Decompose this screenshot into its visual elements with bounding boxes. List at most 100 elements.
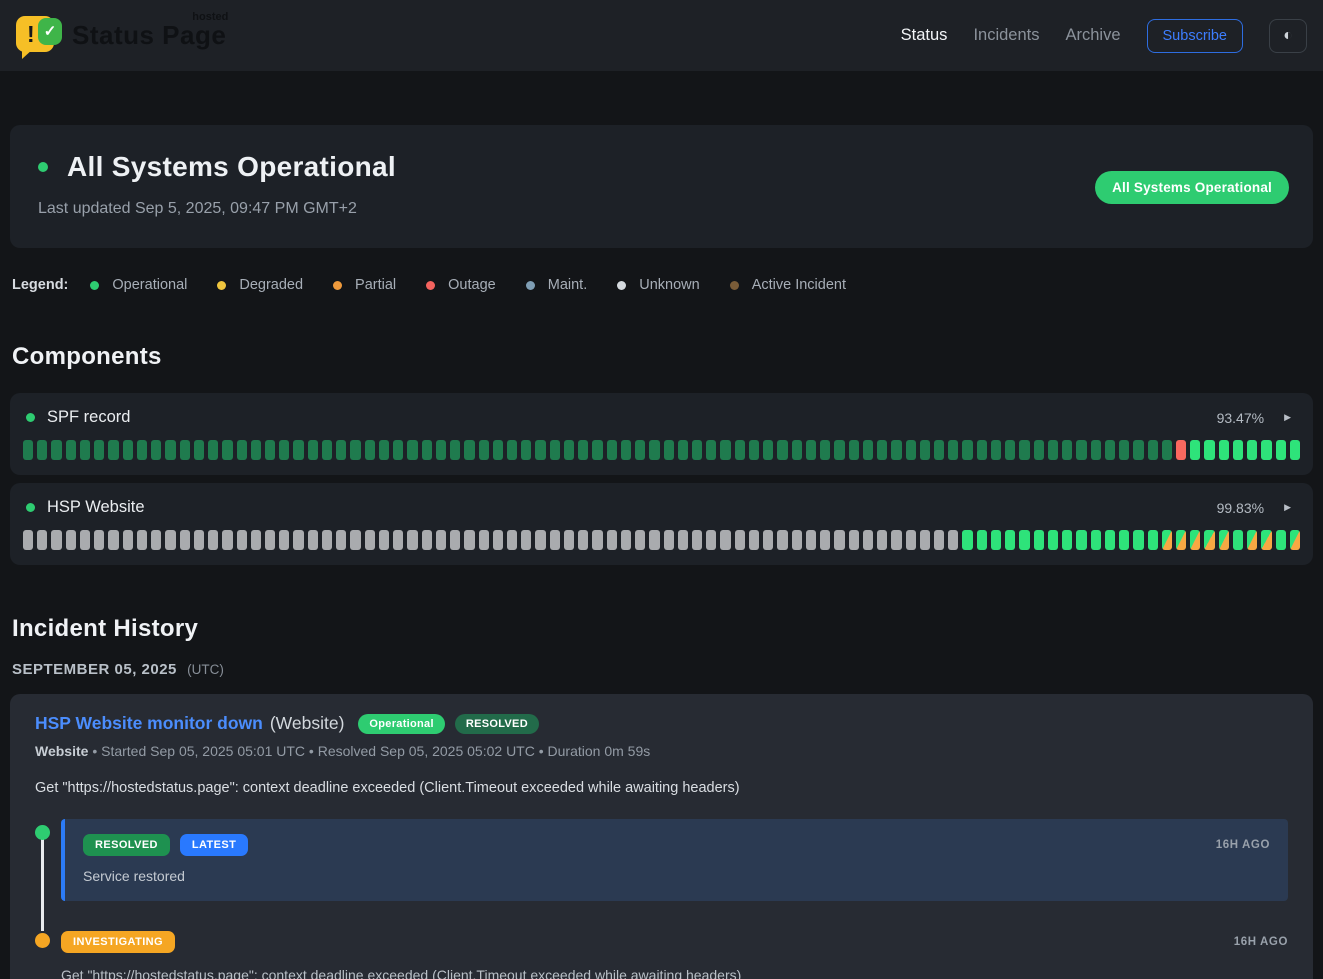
uptime-bar [920,530,930,550]
nav-archive[interactable]: Archive [1065,26,1120,45]
uptime-bar [66,440,76,460]
expand-arrow-icon[interactable]: ▶ [1284,502,1291,513]
uptime-bar [678,530,688,550]
uptime-bar [108,440,118,460]
uptime-bar [1190,440,1200,460]
legend: Legend: Operational Degraded Partial Out… [12,277,1311,293]
uptime-bar [194,440,204,460]
uptime-bar [578,530,588,550]
uptime-bar-chart[interactable] [23,440,1300,460]
uptime-bar [1247,440,1257,460]
uptime-bar [350,530,360,550]
uptime-bar [493,440,503,460]
uptime-bar [649,530,659,550]
nav-status[interactable]: Status [901,26,948,45]
uptime-bar [265,530,275,550]
resolved-status-badge: RESOLVED [83,834,170,856]
subscribe-button[interactable]: Subscribe [1147,19,1243,53]
main-nav: Status Incidents Archive Subscribe ◐ [901,19,1307,53]
uptime-bar [1076,440,1086,460]
uptime-bar [877,440,887,460]
uptime-bar [735,530,745,550]
uptime-bar [479,530,489,550]
uptime-bar [80,440,90,460]
operational-dot [90,281,99,290]
uptime-bar [1133,440,1143,460]
uptime-bar [23,530,33,550]
uptime-bar [1261,530,1271,550]
expand-arrow-icon[interactable]: ▶ [1284,412,1291,423]
timeline-entry-latest: RESOLVED LATEST 16H AGO Service restored [61,819,1288,901]
uptime-bar [493,530,503,550]
uptime-bar [621,530,631,550]
legend-item-operational: Operational [90,277,187,293]
uptime-bar [1062,440,1072,460]
uptime-bar [237,530,247,550]
uptime-bar [1290,440,1300,460]
uptime-bar [934,530,944,550]
overall-status-card: All Systems Operational Last updated Sep… [10,125,1313,248]
component-status-dot [26,413,35,422]
uptime-bar [1219,530,1229,550]
uptime-bar [1048,530,1058,550]
uptime-bar [820,440,830,460]
uptime-bar [977,530,987,550]
uptime-bar [379,530,389,550]
uptime-bar [977,440,987,460]
nav-incidents[interactable]: Incidents [973,26,1039,45]
uptime-bar [51,530,61,550]
uptime-bar [720,440,730,460]
uptime-bar [1005,530,1015,550]
uptime-bar [948,530,958,550]
outage-dot [426,281,435,290]
uptime-bar-chart[interactable] [23,530,1300,550]
component-card-spf[interactable]: SPF record 93.47% ▶ [10,393,1313,475]
uptime-bar [237,440,247,460]
uptime-bar [94,530,104,550]
theme-toggle-button[interactable]: ◐ [1269,19,1307,53]
uptime-bar [222,440,232,460]
uptime-bar [1204,530,1214,550]
incident-title-link[interactable]: HSP Website monitor down [35,713,263,734]
uptime-bar [1091,440,1101,460]
uptime-bar [550,530,560,550]
uptime-bar [863,440,873,460]
uptime-bar [308,530,318,550]
uptime-bar [891,530,901,550]
uptime-bar [1162,440,1172,460]
uptime-bar [94,440,104,460]
uptime-percentage: 93.47% [1217,410,1264,426]
incident-component: (Website) [270,713,345,734]
header: ! ✓ Status Page hosted Status Incidents … [0,0,1323,71]
uptime-bar [1190,530,1200,550]
uptime-bar [336,530,346,550]
brand-logo-icon[interactable]: ! ✓ [16,13,62,59]
uptime-bar [535,530,545,550]
uptime-bar [1105,440,1115,460]
uptime-bar [37,440,47,460]
uptime-bar [66,530,76,550]
incident-timeline: RESOLVED LATEST 16H AGO Service restored… [35,819,1288,979]
uptime-bar [1204,440,1214,460]
overall-status-badge: All Systems Operational [1095,171,1289,204]
uptime-bar [379,440,389,460]
exclamation-icon: ! [27,21,35,48]
half-circle-icon: ◐ [1283,27,1293,45]
uptime-bar [934,440,944,460]
incident-date-heading: SEPTEMBER 05, 2025 (UTC) [12,661,1311,678]
uptime-bar [863,530,873,550]
uptime-bar [137,530,147,550]
uptime-bar [365,440,375,460]
component-card-hsp-website[interactable]: HSP Website 99.83% ▶ [10,483,1313,565]
incident-meta: Website • Started Sep 05, 2025 05:01 UTC… [35,743,1288,759]
timeline-connector-line [41,835,44,931]
uptime-bar [735,440,745,460]
uptime-bar [208,440,218,460]
component-status-dot [26,503,35,512]
uptime-bar [1076,530,1086,550]
main-content: All Systems Operational Last updated Sep… [0,125,1323,979]
uptime-bar [1119,440,1129,460]
logo-bubble-tail [22,49,33,59]
legend-item-maint: Maint. [526,277,588,293]
uptime-bar [393,530,403,550]
